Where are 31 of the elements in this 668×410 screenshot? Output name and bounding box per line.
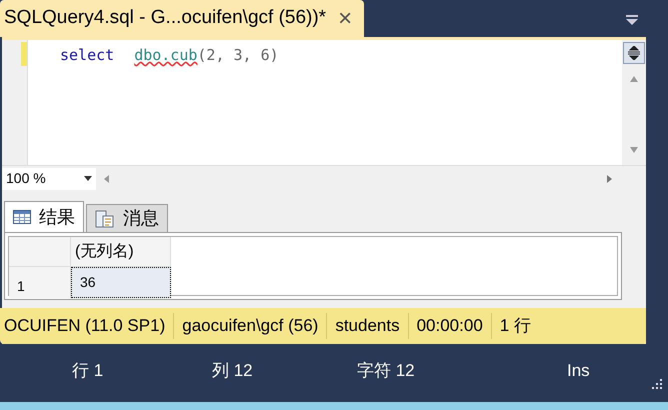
column-header[interactable]: (无列名) xyxy=(71,237,171,267)
scroll-up-icon[interactable] xyxy=(630,76,638,82)
scroll-right-icon[interactable] xyxy=(607,174,612,182)
result-tab[interactable]: 结果 xyxy=(4,201,84,232)
table-icon xyxy=(13,210,31,224)
scroll-left-icon[interactable] xyxy=(104,174,109,182)
document-tab[interactable]: SQLQuery4.sql - G...ocuifen\gcf (56))* × xyxy=(0,0,364,37)
change-marker xyxy=(21,42,27,66)
table-cell[interactable]: 36 xyxy=(71,267,171,298)
row-number: 1 xyxy=(9,267,71,298)
scroll-down-icon[interactable] xyxy=(630,147,638,153)
close-button[interactable]: × xyxy=(338,0,352,36)
status-item: Ins xyxy=(567,360,590,382)
tab-title: SQLQuery4.sql - G...ocuifen\gcf (56))* xyxy=(4,6,326,30)
status-text: gaocuifen\gcf (56) xyxy=(173,313,326,339)
status-text: students xyxy=(326,313,408,339)
dropdown-icon[interactable] xyxy=(626,15,638,25)
status-item: 行 1 xyxy=(72,360,104,382)
zoom-dropdown[interactable]: 100 % xyxy=(2,168,96,190)
status-item: 字符 12 xyxy=(357,360,416,382)
document-icon xyxy=(95,210,115,228)
result-tab[interactable]: 消息 xyxy=(86,204,168,232)
status-text: 00:00:00 xyxy=(408,313,491,339)
code-line: select dbo.cub(2, 3, 6) xyxy=(59,45,280,66)
status-text: 1 行 xyxy=(490,313,539,339)
status-item: 列 12 xyxy=(212,360,254,382)
resize-grip-icon[interactable] xyxy=(650,377,662,389)
status-text: OCUIFEN (11.0 SP1) xyxy=(3,315,166,338)
split-handle[interactable] xyxy=(623,42,645,64)
caret-icon xyxy=(84,176,92,181)
split-icon xyxy=(627,46,641,60)
